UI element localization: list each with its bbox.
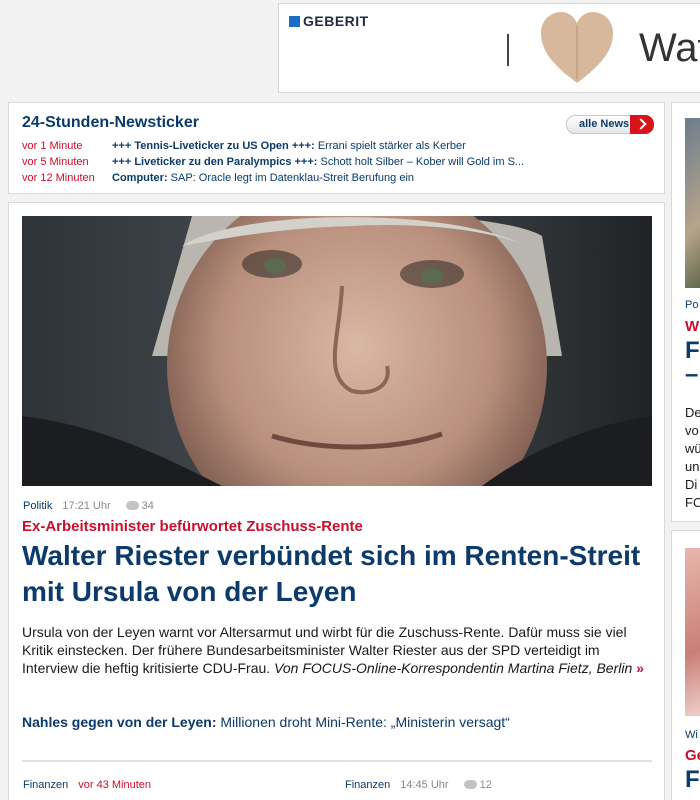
ticker-category[interactable]: Computer:	[112, 172, 168, 184]
ticker-time: vor 5 Minuten	[22, 156, 89, 168]
sidebar-category[interactable]: Wi	[685, 729, 698, 741]
sidebar-kicker[interactable]: Ge	[685, 747, 700, 764]
ticker-time: vor 12 Minuten	[22, 172, 95, 184]
article-headline[interactable]: Walter Riester verbündet sich im Renten-…	[22, 538, 652, 610]
article-teaser: Ursula von der Leyen warnt vor Altersarm…	[22, 623, 647, 677]
ticker-category[interactable]: +++ Liveticker zu den Paralympics +++:	[112, 156, 317, 168]
lead-article: Politik 17:21 Uhr 34 Ex-Arbeitsminister be…	[8, 202, 665, 800]
comment-count[interactable]: 12	[463, 779, 492, 791]
geberit-logo: GEBERIT	[289, 13, 369, 29]
ad-separator	[507, 34, 509, 66]
sidebar-article-image[interactable]	[685, 118, 700, 288]
ticker-item[interactable]: vor 12 Minuten Computer: SAP: Oracle legt…	[22, 172, 414, 184]
chevron-right-icon	[630, 115, 654, 134]
all-news-button[interactable]: alle News	[566, 115, 654, 134]
sidebar-headline[interactable]: Fe	[685, 766, 700, 794]
lead-article-meta: Politik 17:21 Uhr 34	[23, 500, 154, 512]
comment-count[interactable]: 34	[125, 500, 154, 512]
lead-article-image[interactable]	[22, 216, 652, 486]
all-news-label: alle News	[579, 118, 630, 130]
newsticker-title: 24-Stunden-Newsticker	[22, 114, 199, 131]
category-link[interactable]: Politik	[23, 500, 52, 512]
newsticker-box: 24-Stunden-Newsticker alle News vor 1 Mi…	[8, 102, 665, 194]
sidebar-headline-dash: –	[685, 361, 699, 388]
comment-icon	[125, 501, 139, 510]
sidebar-teaser: De vo wü un Di FO	[685, 405, 700, 510]
ticker-text[interactable]: Errani spielt stärker als Kerber	[318, 140, 466, 152]
heart-icon	[541, 12, 613, 83]
related-article-link[interactable]: Nahles gegen von der Leyen: Millionen dr…	[22, 714, 510, 730]
category-link[interactable]: Finanzen	[23, 779, 68, 791]
ticker-category[interactable]: +++ Tennis-Liveticker zu US Open +++:	[112, 140, 315, 152]
teaser-author: Von FOCUS-Online-Korrespondentin Martina…	[274, 660, 633, 676]
advertisement-banner[interactable]: GEBERIT Wat	[278, 3, 700, 93]
sidebar-category[interactable]: Po	[685, 299, 698, 311]
ticker-time: vor 1 Minute	[22, 140, 83, 152]
ad-slogan: Wat	[639, 26, 700, 70]
sub-article-meta: Finanzen 14:45 Uhr 12	[345, 779, 492, 791]
category-link[interactable]: Finanzen	[345, 779, 390, 791]
publish-time: 14:45 Uhr	[400, 779, 449, 791]
comment-icon	[463, 780, 477, 789]
read-more-link[interactable]: »	[636, 660, 644, 676]
sidebar-kicker[interactable]: W	[685, 318, 699, 335]
sidebar-article-image[interactable]	[685, 548, 700, 716]
related-lead[interactable]: Nahles gegen von der Leyen:	[22, 714, 217, 730]
related-text[interactable]: Millionen droht Mini-Rente: „Ministerin …	[220, 714, 509, 730]
sub-article-meta: Finanzen vor 43 Minuten	[23, 779, 151, 791]
ticker-text[interactable]: SAP: Oracle legt im Datenklau-Streit Ber…	[171, 172, 414, 184]
article-kicker[interactable]: Ex-Arbeitsminister befürwortet Zuschuss-…	[22, 518, 363, 535]
sidebar-article-card[interactable]: Po W Fe – De vo wü un Di FO	[671, 102, 700, 522]
sidebar-article-card[interactable]: Wi Ge Fe	[671, 530, 700, 800]
ticker-item[interactable]: vor 5 Minuten +++ Liveticker zu den Paral…	[22, 156, 524, 168]
ticker-text[interactable]: Schott holt Silber – Kober will Gold im …	[321, 156, 525, 168]
publish-time: 17:21 Uhr	[62, 500, 111, 512]
section-divider	[22, 760, 652, 762]
ticker-item[interactable]: vor 1 Minute +++ Tennis-Liveticker zu US …	[22, 140, 466, 152]
portrait-photo	[22, 216, 652, 486]
relative-time: vor 43 Minuten	[78, 779, 152, 791]
